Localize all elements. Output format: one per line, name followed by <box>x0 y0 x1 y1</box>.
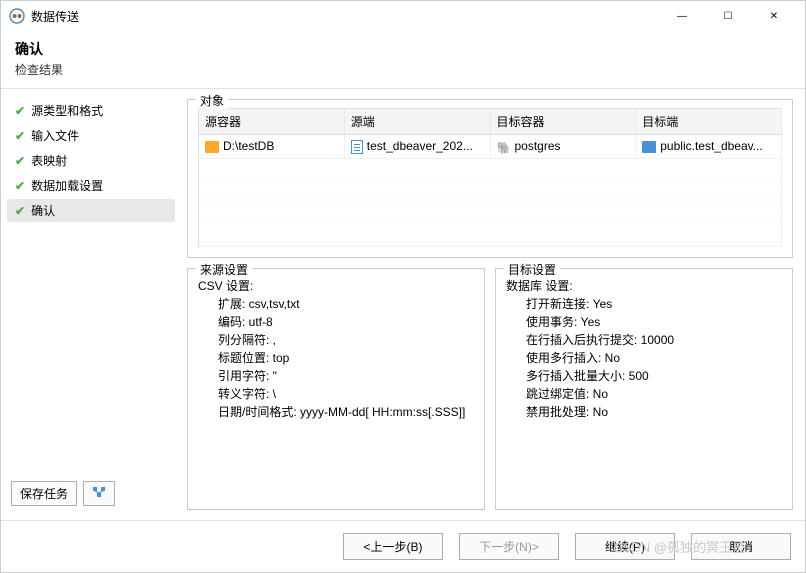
col-src[interactable]: 源端 <box>344 109 490 135</box>
setting-line: 编码: utf-8 <box>198 313 472 331</box>
setting-line: 多行插入批量大小: 500 <box>506 367 780 385</box>
source-settings-body[interactable]: CSV 设置: 扩展: csv,tsv,txt 编码: utf-8 列分隔符: … <box>198 277 474 499</box>
wizard-footer: <上一步(B) 下一步(N)> 继续(P) 取消 <box>1 520 805 572</box>
col-tgt[interactable]: 目标端 <box>636 109 782 135</box>
titlebar: 数据传送 — ☐ ✕ <box>1 1 805 31</box>
cell-tgt-container: postgres <box>515 139 561 153</box>
check-icon: ✔ <box>15 129 25 143</box>
setting-line: 使用多行插入: No <box>506 349 780 367</box>
setting-line: 引用字符: " <box>198 367 472 385</box>
step-table-mapping[interactable]: ✔ 表映射 <box>7 149 175 172</box>
next-button: 下一步(N)> <box>459 533 559 560</box>
file-icon <box>351 140 363 154</box>
postgres-icon: 🐘 <box>497 141 511 153</box>
setting-line: 日期/时间格式: yyyy-MM-dd[ HH:mm:ss[.SSS]] <box>198 403 472 421</box>
maximize-button[interactable]: ☐ <box>705 1 751 31</box>
setting-line: 标题位置: top <box>198 349 472 367</box>
cell-tgt: public.test_dbeav... <box>660 139 763 153</box>
cell-src-container: D:\testDB <box>223 139 274 153</box>
setting-line: 数据库 设置: <box>506 277 780 295</box>
step-load-settings[interactable]: ✔ 数据加载设置 <box>7 174 175 197</box>
step-input-file[interactable]: ✔ 输入文件 <box>7 124 175 147</box>
continue-button[interactable]: 继续(P) <box>575 533 675 560</box>
step-label: 数据加载设置 <box>31 177 103 194</box>
close-button[interactable]: ✕ <box>751 1 797 31</box>
setting-line: 列分隔符: , <box>198 331 472 349</box>
folder-icon <box>205 141 219 153</box>
setting-line: 跳过绑定值: No <box>506 385 780 403</box>
page-subtitle: 检查结果 <box>15 61 791 78</box>
source-settings-label: 来源设置 <box>196 261 252 278</box>
source-settings-group: 来源设置 CSV 设置: 扩展: csv,tsv,txt 编码: utf-8 列… <box>187 268 485 510</box>
empty-rows <box>199 158 782 246</box>
setting-line: 使用事务: Yes <box>506 313 780 331</box>
back-button[interactable]: <上一步(B) <box>343 533 443 560</box>
step-label: 输入文件 <box>31 127 79 144</box>
check-icon: ✔ <box>15 154 25 168</box>
header: 确认 检查结果 <box>1 31 805 89</box>
objects-group-label: 对象 <box>196 92 228 109</box>
setting-line: 禁用批处理: No <box>506 403 780 421</box>
cell-src: test_dbeaver_202... <box>367 139 473 153</box>
config-icon-button[interactable] <box>83 481 115 506</box>
setting-line: 扩展: csv,tsv,txt <box>198 295 472 313</box>
target-settings-group: 目标设置 数据库 设置: 打开新连接: Yes 使用事务: Yes 在行插入后执… <box>495 268 793 510</box>
check-icon: ✔ <box>15 179 25 193</box>
check-icon: ✔ <box>15 104 25 118</box>
step-label: 源类型和格式 <box>31 102 103 119</box>
app-icon <box>9 8 25 24</box>
setting-line: CSV 设置: <box>198 277 472 295</box>
check-icon: ✔ <box>15 204 25 218</box>
minimize-button[interactable]: — <box>659 1 705 31</box>
table-icon <box>642 141 656 153</box>
setting-line: 在行插入后执行提交: 10000 <box>506 331 780 349</box>
step-confirm[interactable]: ✔ 确认 <box>7 199 175 222</box>
target-settings-body[interactable]: 数据库 设置: 打开新连接: Yes 使用事务: Yes 在行插入后执行提交: … <box>506 277 782 499</box>
window-title: 数据传送 <box>31 8 659 25</box>
table-row[interactable]: D:\testDB test_dbeaver_202... 🐘postgres … <box>199 135 782 159</box>
objects-group: 对象 源容器 源端 目标容器 目标端 D:\testDB <box>187 99 793 258</box>
page-title: 确认 <box>15 39 791 59</box>
save-task-button[interactable]: 保存任务 <box>11 481 77 506</box>
col-src-container[interactable]: 源容器 <box>199 109 345 135</box>
target-settings-label: 目标设置 <box>504 261 560 278</box>
step-label: 确认 <box>31 202 55 219</box>
step-source-type[interactable]: ✔ 源类型和格式 <box>7 99 175 122</box>
step-label: 表映射 <box>31 152 67 169</box>
col-tgt-container[interactable]: 目标容器 <box>490 109 636 135</box>
setting-line: 转义字符: \ <box>198 385 472 403</box>
objects-table: 源容器 源端 目标容器 目标端 D:\testDB test_dbeaver_2… <box>198 108 782 247</box>
setting-line: 打开新连接: Yes <box>506 295 780 313</box>
cancel-button[interactable]: 取消 <box>691 533 791 560</box>
wizard-steps-sidebar: ✔ 源类型和格式 ✔ 输入文件 ✔ 表映射 ✔ 数据加载设置 ✔ 确认 保存任务 <box>1 89 181 520</box>
